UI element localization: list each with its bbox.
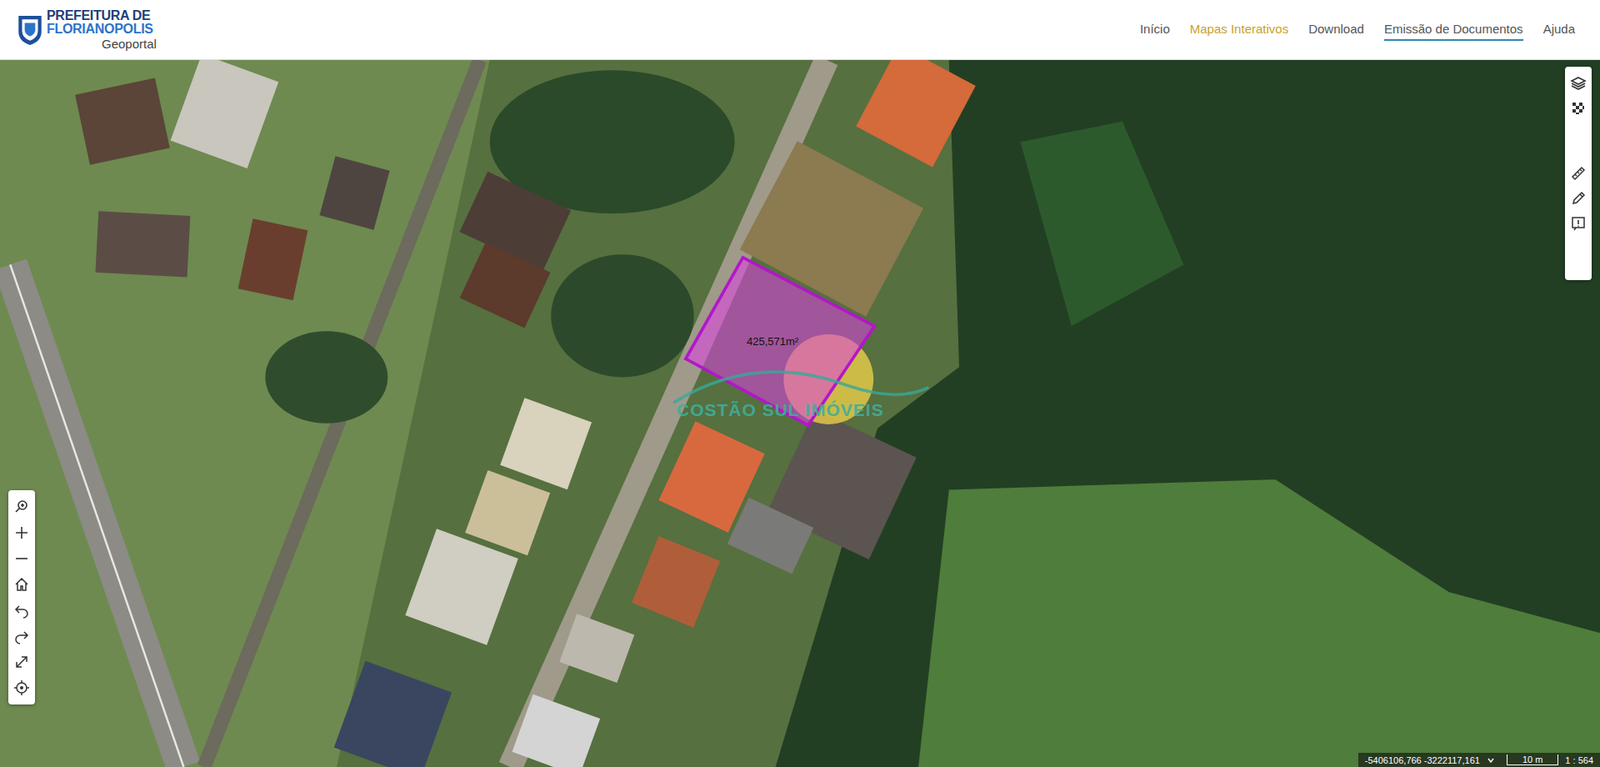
ruler-icon[interactable] xyxy=(1570,165,1587,182)
zoom-out-icon[interactable] xyxy=(13,550,30,567)
nav-menu: Início Mapas Interativos Download Emissão d… xyxy=(1140,18,1575,41)
shield-icon xyxy=(16,14,44,46)
map[interactable]: 425,571m² COSTÃO SUL IMÓVEIS -5406106,76… xyxy=(0,60,1600,767)
home-icon[interactable] xyxy=(13,575,30,593)
nav-item[interactable]: Mapas Interativos xyxy=(1190,18,1289,41)
basemap-icon[interactable] xyxy=(1570,100,1587,117)
status-bar: -5406106,766 -3222117,161 10 m 1 : 564 xyxy=(1358,752,1600,767)
undo-icon[interactable] xyxy=(13,601,30,619)
scale-bar: 10 m xyxy=(1506,754,1559,765)
redo-icon[interactable] xyxy=(13,627,30,645)
right-toolbar xyxy=(1565,66,1592,280)
parcel[interactable] xyxy=(685,257,875,425)
locate-icon[interactable] xyxy=(13,679,30,696)
left-toolbar xyxy=(8,490,35,705)
chevron-down-icon[interactable] xyxy=(1486,755,1495,765)
pencil-icon[interactable] xyxy=(1570,190,1587,207)
zoom-search-icon[interactable] xyxy=(13,498,30,515)
coordinates: -5406106,766 -3222117,161 xyxy=(1365,755,1480,765)
header: PREFEITURA DE FLORIANOPOLIS Geoportal In… xyxy=(0,0,1600,60)
layers-icon[interactable] xyxy=(1570,75,1587,92)
nav-item[interactable]: Ajuda xyxy=(1543,18,1575,41)
nav-item[interactable]: Emissão de Documentos xyxy=(1384,18,1524,41)
fullscreen-icon[interactable] xyxy=(13,653,30,670)
zoom-in-icon[interactable] xyxy=(13,524,30,541)
parcel-area-label: 425,571m² xyxy=(746,335,799,348)
logo-line1: PREFEITURA DE xyxy=(46,9,157,23)
geoportal-page: PREFEITURA DE FLORIANOPOLIS Geoportal In… xyxy=(0,0,1600,767)
report-icon[interactable] xyxy=(1570,215,1587,232)
logo-subtitle: Geoportal xyxy=(46,37,157,50)
scale-ratio: 1 : 564 xyxy=(1565,755,1594,765)
nav-item[interactable]: Download xyxy=(1308,18,1365,41)
nav-item[interactable]: Início xyxy=(1140,18,1170,41)
watermark: COSTÃO SUL IMÓVEIS xyxy=(676,400,885,420)
logo-line2: FLORIANOPOLIS xyxy=(46,22,157,36)
logo[interactable]: PREFEITURA DE FLORIANOPOLIS Geoportal xyxy=(16,9,157,50)
